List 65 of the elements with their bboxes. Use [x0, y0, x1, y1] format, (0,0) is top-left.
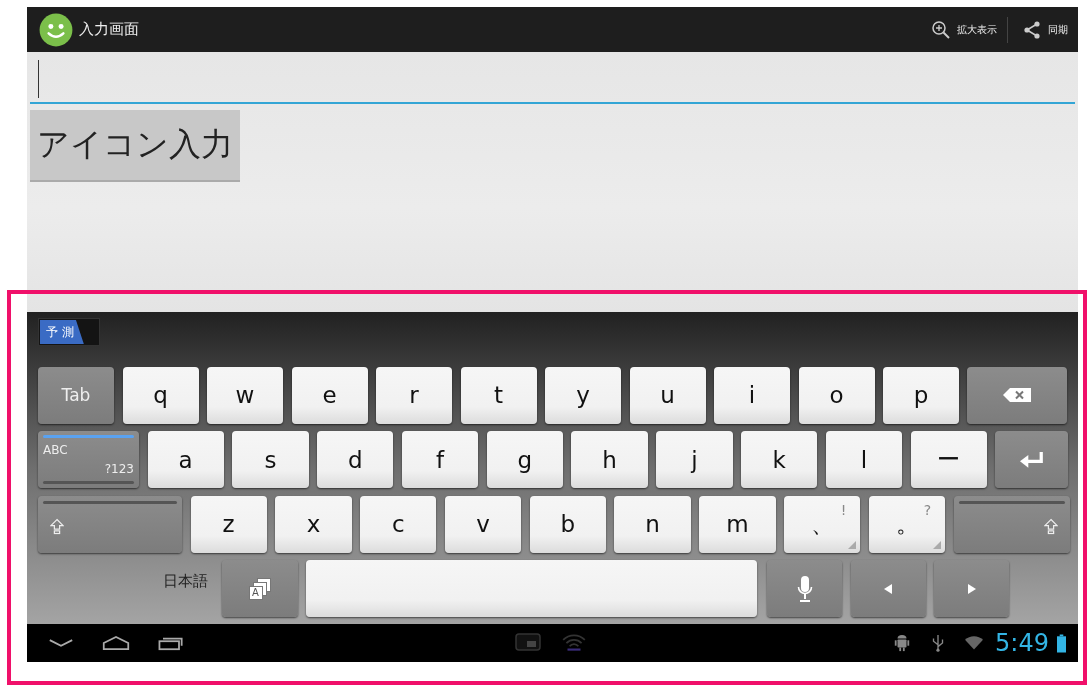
keyboard-key[interactable]: ー — [910, 431, 987, 488]
keyboard-key[interactable]: f — [401, 431, 479, 488]
share-icon[interactable] — [1022, 19, 1042, 40]
keyboard-key[interactable]: s — [232, 431, 309, 488]
action-label[interactable]: 拡大表示 — [957, 22, 997, 37]
keyboard-key[interactable]: k — [741, 431, 818, 488]
shift-icon — [1043, 517, 1058, 535]
zoom-in-icon[interactable] — [931, 19, 951, 40]
keyboard-key[interactable]: y — [545, 366, 621, 424]
keyboard-key[interactable]: o — [798, 366, 875, 424]
recent-apps-icon[interactable] — [157, 635, 185, 651]
keyboard-key[interactable]: x — [275, 495, 352, 553]
keyboard-key[interactable]: j — [656, 431, 733, 488]
android-icon — [893, 634, 912, 652]
keyboard-key[interactable]: g — [486, 431, 563, 488]
microphone-icon — [796, 575, 813, 602]
enter-icon — [1019, 451, 1044, 468]
smiley-icon[interactable] — [39, 12, 73, 47]
keyboard-key[interactable]: i — [714, 366, 790, 424]
key-hint: ! — [840, 501, 847, 518]
alt-mode-label: ?123 — [103, 462, 134, 476]
home-icon[interactable] — [102, 635, 130, 651]
input-mode-key[interactable]: A — [221, 560, 298, 617]
keyboard-key[interactable]: z — [190, 495, 267, 553]
keyboard-key[interactable]: e — [291, 366, 368, 424]
app-title: 入力画面 — [79, 20, 139, 39]
keyboard-key[interactable]: l — [825, 431, 903, 488]
keyboard-key[interactable]: p — [883, 366, 959, 424]
backspace-icon — [1003, 388, 1031, 402]
clock-time: 5:49 — [995, 629, 1049, 657]
keyboard-key[interactable]: n — [614, 495, 691, 553]
keyboard-key[interactable]: w — [207, 366, 283, 424]
shift-icon — [50, 517, 64, 535]
keyboard-key[interactable]: q — [122, 366, 199, 424]
left-triangle-icon — [884, 583, 892, 594]
keyboard-key[interactable]: c — [360, 495, 437, 553]
keyboard-key[interactable]: m — [699, 495, 776, 553]
language-label: 日本語 — [162, 571, 209, 592]
prediction-tab[interactable]: 予 測 — [40, 320, 84, 344]
icon-input-button[interactable]: アイコン入力 — [30, 110, 240, 182]
keyboard-key[interactable]: b — [529, 495, 606, 553]
keyboard-key[interactable]: d — [317, 431, 394, 488]
enter-key[interactable] — [995, 431, 1069, 488]
backspace-key[interactable] — [967, 366, 1067, 424]
screen-icon — [515, 632, 541, 652]
key-hint: ? — [923, 501, 932, 518]
corner-triangle-icon — [933, 540, 942, 549]
action-label[interactable]: 同期 — [1048, 22, 1068, 37]
keyboard-key[interactable]: a — [147, 431, 224, 488]
voice-input-key[interactable] — [767, 560, 842, 617]
text-cursor — [38, 60, 39, 98]
wifi-icon — [561, 632, 587, 652]
right-triangle-icon — [967, 583, 976, 594]
keyboard-key[interactable]: u — [629, 366, 706, 424]
keyboard-key[interactable]: h — [571, 431, 648, 488]
corner-triangle-icon — [848, 540, 857, 549]
battery-icon — [1057, 633, 1066, 653]
keyboard-key[interactable]: 。 ? — [868, 495, 946, 553]
keyboard-key[interactable]: 、 ! — [784, 495, 861, 553]
keyboard-key[interactable]: v — [444, 495, 522, 553]
shift-key[interactable] — [38, 495, 182, 553]
keyboard-key[interactable]: t — [460, 366, 537, 424]
keyboard-key[interactable]: r — [376, 366, 452, 424]
wifi-signal-icon — [965, 634, 984, 652]
shift-key[interactable] — [953, 495, 1070, 553]
